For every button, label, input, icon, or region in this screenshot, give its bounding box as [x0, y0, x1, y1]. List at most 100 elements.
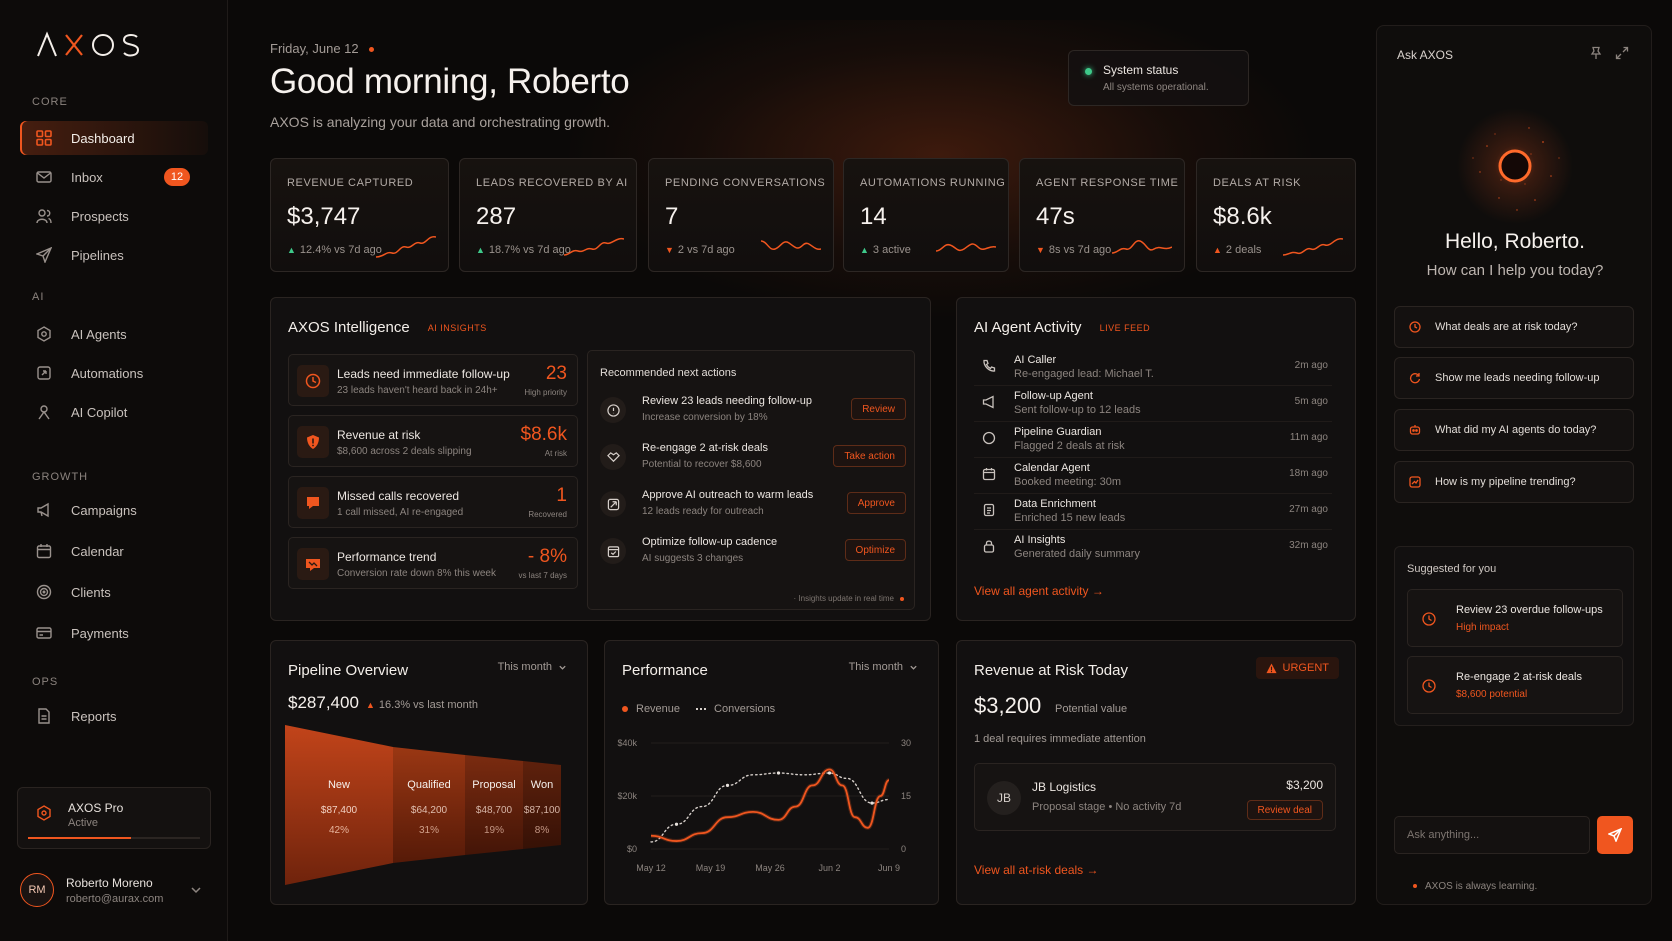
kpi-value: 287 — [476, 203, 517, 230]
kpi-card-response-time[interactable]: AGENT RESPONSE TIME 47s ▼ 8s vs 7d ago — [1019, 158, 1185, 272]
suggestion-card[interactable]: Review 23 overdue follow-ups High impact — [1407, 589, 1623, 647]
chevron-down-icon — [559, 665, 566, 670]
activity-row[interactable]: AI Caller Re-engaged lead: Michael T. 2m… — [974, 350, 1332, 386]
send-button[interactable] — [1597, 816, 1633, 854]
clock-icon — [297, 365, 329, 397]
insight-card[interactable]: Missed calls recovered 1 call missed, AI… — [288, 476, 578, 528]
sidebar-item-dashboard[interactable]: Dashboard — [20, 121, 208, 155]
expand-icon[interactable] — [1615, 46, 1629, 60]
sidebar-item-campaigns[interactable]: Campaigns — [20, 493, 208, 527]
page-subtitle: AXOS is analyzing your data and orchestr… — [270, 114, 611, 130]
sidebar-item-payments[interactable]: Payments — [20, 616, 208, 650]
stage-name: New — [328, 779, 350, 791]
suggested-prompt[interactable]: Show me leads needing follow-up — [1394, 357, 1634, 399]
kpi-delta-text: 18.7% vs 7d ago — [488, 244, 571, 256]
trend-icon — [1409, 476, 1421, 488]
inbox-count-badge: 12 — [164, 168, 190, 186]
legend-swatch — [622, 706, 628, 713]
take-action-button[interactable]: Take action — [833, 445, 906, 467]
kpi-card-deals-at-risk[interactable]: DEALS AT RISK $8.6k ▲ 2 deals — [1196, 158, 1356, 272]
activity-row[interactable]: Pipeline Guardian Flagged 2 deals at ris… — [974, 422, 1332, 458]
insight-card[interactable]: Leads need immediate follow-up 23 leads … — [288, 354, 578, 406]
ask-input[interactable] — [1394, 816, 1590, 854]
user-email: roberto@aurax.com — [66, 892, 164, 905]
approve-button[interactable]: Approve — [846, 492, 906, 514]
plan-title: AXOS Pro — [68, 801, 124, 815]
urgent-badge-text: URGENT — [1282, 662, 1329, 674]
insight-card[interactable]: Performance trend Conversion rate down 8… — [288, 537, 578, 589]
view-all-activity-link[interactable]: View all agent activity → — [974, 584, 1104, 598]
suggestion-card[interactable]: Re-engage 2 at-risk deals $8,600 potenti… — [1407, 656, 1623, 714]
plan-card[interactable]: AXOS Pro Active — [17, 787, 211, 849]
activity-row[interactable]: Follow-up Agent Sent follow-up to 12 lea… — [974, 386, 1332, 422]
insight-value-label: At risk — [544, 449, 567, 458]
sidebar-item-automations[interactable]: Automations — [20, 356, 208, 390]
review-button[interactable]: Review — [851, 398, 906, 420]
pipeline-range-dropdown[interactable]: This month — [498, 661, 567, 673]
y-right-tick-label: 30 — [901, 738, 911, 748]
sidebar-item-ai-agents[interactable]: AI Agents — [20, 317, 208, 351]
activity-agent-name: Calendar Agent — [1014, 462, 1090, 474]
stage-value: $48,700 — [476, 805, 513, 816]
kpi-value: $8.6k — [1213, 203, 1272, 230]
insight-subtitle: Conversion rate down 8% this week — [337, 568, 496, 579]
view-all-at-risk-link[interactable]: View all at-risk deals → — [974, 863, 1099, 877]
insight-card[interactable]: Revenue at risk $8,600 across 2 deals sl… — [288, 415, 578, 467]
kpi-label: PENDING CONVERSATIONS — [665, 177, 826, 189]
kpi-value: $3,747 — [287, 203, 361, 230]
axos-logo[interactable] — [36, 31, 142, 58]
kpi-card-pending[interactable]: PENDING CONVERSATIONS 7 ▼ 2 vs 7d ago — [648, 158, 834, 272]
suggestion-title: Review 23 overdue follow-ups — [1456, 604, 1603, 616]
sidebar-item-label: Pipelines — [71, 247, 124, 263]
x-tick-label: May 26 — [755, 863, 785, 873]
user-menu[interactable]: RM Roberto Moreno roberto@aurax.com — [20, 868, 210, 912]
suggestion-subtitle: High impact — [1456, 622, 1509, 633]
sidebar-item-clients[interactable]: Clients — [20, 575, 208, 609]
kpi-label: DEALS AT RISK — [1213, 177, 1302, 189]
sidebar-item-inbox[interactable]: Inbox 12 — [20, 160, 208, 194]
sidebar-item-pipelines[interactable]: Pipelines — [20, 238, 208, 272]
arrow-down-icon: ▼ — [1036, 245, 1045, 255]
sparkline-chart — [376, 236, 436, 258]
sidebar-item-label: Inbox — [71, 169, 103, 185]
activity-time: 27m ago — [1289, 504, 1328, 515]
y-left-tick-label: $0 — [627, 844, 637, 854]
optimize-button[interactable]: Optimize — [844, 539, 906, 561]
suggested-prompt[interactable]: What did my AI agents do today? — [1394, 409, 1634, 451]
chevron-down-icon[interactable] — [190, 884, 202, 896]
system-status-card[interactable]: System status All systems operational. — [1068, 50, 1249, 106]
performance-range-dropdown[interactable]: This month — [849, 661, 918, 673]
learning-dot — [1413, 884, 1417, 888]
kpi-card-leads[interactable]: LEADS RECOVERED BY AI 287 ▲ 18.7% vs 7d a… — [459, 158, 637, 272]
activity-row[interactable]: Data Enrichment Enriched 15 new leads 27… — [974, 494, 1332, 530]
activity-agent-name: AI Insights — [1014, 534, 1066, 546]
sidebar-item-calendar[interactable]: Calendar — [20, 534, 208, 568]
stage-name: Proposal — [472, 779, 515, 791]
megaphone-icon — [982, 395, 994, 409]
activity-row[interactable]: Calendar Agent Booked meeting: 30m 18m a… — [974, 458, 1332, 494]
suggested-prompt[interactable]: How is my pipeline trending? — [1394, 461, 1634, 503]
sidebar-item-reports[interactable]: Reports — [20, 699, 208, 733]
at-risk-deal-card[interactable]: JB JB Logistics Proposal stage • No acti… — [974, 763, 1336, 831]
report-icon — [38, 708, 50, 724]
assistant-greeting: Hello, Roberto. — [1444, 230, 1586, 253]
pin-icon[interactable] — [1589, 46, 1603, 60]
activity-row[interactable]: AI Insights Generated daily summary 32m … — [974, 530, 1332, 566]
review-deal-button[interactable]: Review deal — [1246, 800, 1323, 820]
x-tick-label: May 12 — [636, 863, 666, 873]
section-ops: OPS — [32, 676, 59, 688]
sidebar-item-prospects[interactable]: Prospects — [20, 199, 208, 233]
kpi-card-automations[interactable]: AUTOMATIONS RUNNING 14 ▲ 3 active — [843, 158, 1009, 272]
kpi-card-revenue[interactable]: REVENUE CAPTURED $3,747 ▲ 12.4% vs 7d ago — [270, 158, 449, 272]
sparkline-chart — [564, 237, 624, 256]
learning-note: AXOS is always learning. — [1425, 881, 1538, 892]
sidebar-item-label: AI Agents — [71, 326, 127, 342]
status-title: System status — [1103, 63, 1179, 77]
sidebar-item-ai-copilot[interactable]: AI Copilot — [20, 395, 208, 429]
intelligence-title: AXOS Intelligence — [288, 319, 410, 336]
stage-value: $87,400 — [321, 805, 358, 816]
pipeline-funnel: New $87,400 42% Qualified $64,200 31% Pr… — [285, 725, 561, 885]
stage-value: $64,200 — [411, 805, 448, 816]
suggested-prompt[interactable]: What deals are at risk today? — [1394, 306, 1634, 348]
sidebar-item-label: Automations — [71, 365, 144, 381]
